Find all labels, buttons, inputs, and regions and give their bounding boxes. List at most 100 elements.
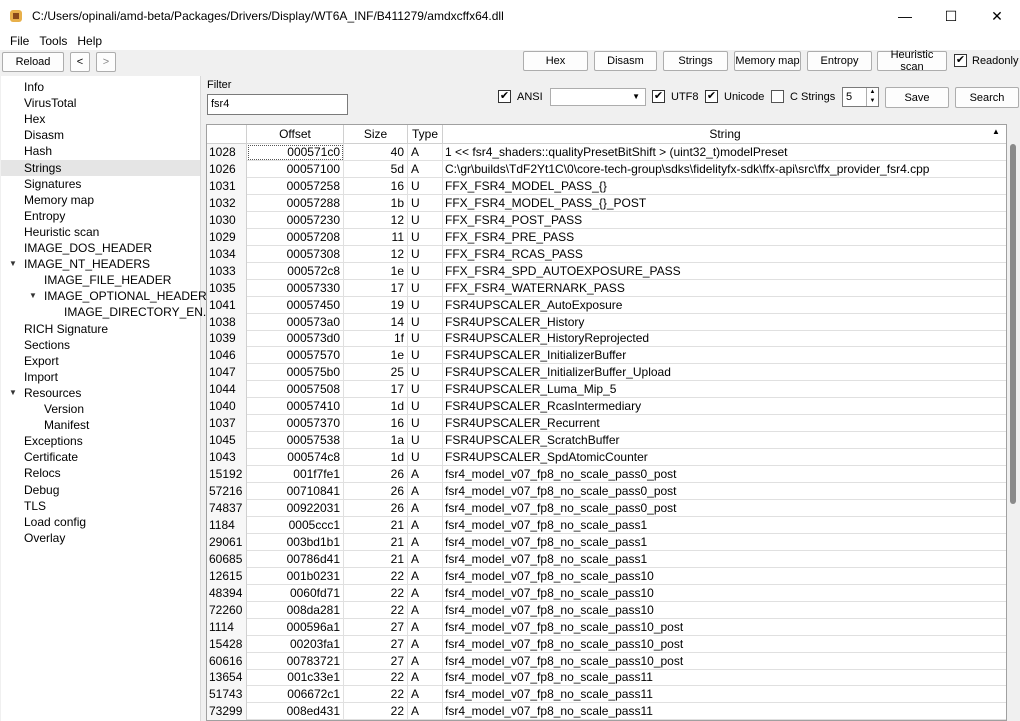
header-type[interactable]: Type <box>408 125 443 144</box>
table-row[interactable]: 15428 00203fa1 27 Afsr4_model_v07_fp8_no_sc… <box>207 635 1006 653</box>
minimize-button[interactable]: — <box>882 0 928 32</box>
sidebar-item[interactable]: Disasm <box>24 127 68 143</box>
sidebar-item[interactable]: Debug <box>24 482 63 498</box>
sidebar-item[interactable]: Entropy <box>24 208 69 224</box>
table-row[interactable]: 1045 00057538 1a U FSR4UPSCALER_ScratchBuffe… <box>207 432 1006 450</box>
table-row[interactable]: 29061 003bd1b1 21 Afsr4_model_v07_fp8_no_sc… <box>207 533 1006 551</box>
utf8-checkbox[interactable]: ✔ <box>652 90 665 103</box>
table-row[interactable]: 1037 00057370 16 U FSR4UPSCALER_Recurrent <box>207 415 1006 433</box>
search-button[interactable]: Search <box>955 87 1019 108</box>
table-row[interactable]: 57216 00710841 26 Afsr4_model_v07_fp8_no_sc… <box>207 483 1006 500</box>
expand-arrow-icon[interactable]: ▼ <box>29 291 37 300</box>
table-row[interactable]: 1038 000573a0 14 U FSR4UPSCALER_History <box>207 313 1006 331</box>
reload-button[interactable]: Reload <box>2 52 64 72</box>
table-row[interactable]: 15192 001f7fe1 26 Afsr4_model_v07_fp8_no_sc… <box>207 466 1006 484</box>
table-row[interactable]: 74837 00922031 26 Afsr4_model_v07_fp8_no_sc… <box>207 499 1006 517</box>
strings-button[interactable]: Strings <box>663 51 728 71</box>
encoding-dropdown[interactable]: ▼ <box>550 88 646 106</box>
forward-button[interactable]: > <box>96 52 116 72</box>
maximize-button[interactable]: ☐ <box>928 0 974 32</box>
cell-rownum: 60616 <box>207 652 247 670</box>
expand-arrow-icon[interactable]: ▼ <box>9 388 17 397</box>
table-row[interactable]: 1026 00057100 5d A C:\gr\builds\TdF2Yt1C\0\c… <box>207 160 1006 178</box>
table-row[interactable]: 1043 000574c8 1d U FSR4UPSCALER_SpdAtomicCou… <box>207 449 1006 467</box>
sidebar-item[interactable]: IMAGE_DIRECTORY_EN... <box>64 304 217 320</box>
sidebar-item[interactable]: Relocs <box>24 465 65 481</box>
sidebar-item[interactable]: VirusTotal <box>24 95 80 111</box>
table-row[interactable]: 1033 000572c8 1e U FFX_FSR4_SPD_AUTOEXPOSURE… <box>207 262 1006 280</box>
sidebar-item[interactable]: Export <box>24 353 63 369</box>
sidebar-item[interactable]: Certificate <box>24 449 82 465</box>
menu-tools[interactable]: Tools <box>34 34 72 48</box>
sidebar-item[interactable]: Signatures <box>24 176 85 192</box>
sidebar-item[interactable]: Memory map <box>24 192 98 208</box>
expand-arrow-icon[interactable]: ▼ <box>9 259 17 268</box>
disasm-button[interactable]: Disasm <box>594 51 657 71</box>
table-row[interactable]: 73299 008ed431 22 Afsr4_model_v07_fp8_no_sc… <box>207 703 1006 720</box>
table-row[interactable]: 48394 0060fd71 22 Afsr4_model_v07_fp8_no_sc… <box>207 584 1006 602</box>
table-row[interactable]: 60616 00783721 27 Afsr4_model_v07_fp8_no_sc… <box>207 652 1006 670</box>
table-row[interactable]: 1035 00057330 17 U FFX_FSR4_WATERNARK_PASS <box>207 279 1006 297</box>
sidebar-item[interactable]: Exceptions <box>24 433 87 449</box>
table-row[interactable]: 1044 00057508 17 U FSR4UPSCALER_Luma_Mip_5 <box>207 381 1006 399</box>
vertical-scrollbar[interactable] <box>1007 124 1020 721</box>
spin-arrows-icon[interactable]: ▲ ▼ <box>866 88 878 106</box>
memory-map-button[interactable]: Memory map <box>734 51 801 71</box>
table-row[interactable]: 1039 000573d0 1f U FSR4UPSCALER_HistoryRepro… <box>207 330 1006 348</box>
table-row[interactable]: 51743 006672c1 22 Afsr4_model_v07_fp8_no_sc… <box>207 686 1006 704</box>
table-row[interactable]: 1029 00057208 11 U FFX_FSR4_PRE_PASS <box>207 228 1006 246</box>
table-row[interactable]: 1046 00057570 1e U FSR4UPSCALER_InitializerB… <box>207 347 1006 365</box>
table-row[interactable]: 12615 001b0231 22 Afsr4_model_v07_fp8_no_sc… <box>207 567 1006 585</box>
sidebar-item[interactable]: Manifest <box>44 417 93 433</box>
sidebar-item[interactable]: Import <box>24 369 62 385</box>
cstrings-checkbox[interactable] <box>771 90 784 103</box>
table-row[interactable]: 1184 0005ccc1 21 Afsr4_model_v07_fp8_no_sca… <box>207 516 1006 534</box>
sidebar-item[interactable]: IMAGE_FILE_HEADER <box>44 272 175 288</box>
readonly-checkbox[interactable]: ✔ <box>954 54 967 67</box>
table-row[interactable]: 1041 00057450 19 U FSR4UPSCALER_AutoExposure <box>207 296 1006 314</box>
table-row[interactable]: 72260 008da281 22 Afsr4_model_v07_fp8_no_sc… <box>207 601 1006 619</box>
unicode-checkbox[interactable]: ✔ <box>705 90 718 103</box>
min-length-spinbox[interactable]: 5 ▲ ▼ <box>842 87 879 107</box>
table-row[interactable]: 1047 000575b0 25 U FSR4UPSCALER_InitializerB… <box>207 364 1006 382</box>
table-row[interactable]: 1028 000571c0 40 A 1 << fsr4_shaders::qualit… <box>207 144 1006 161</box>
menu-help[interactable]: Help <box>72 34 107 48</box>
table-row[interactable]: 1034 00057308 12 U FFX_FSR4_RCAS_PASS <box>207 245 1006 263</box>
sidebar-item[interactable]: Strings <box>1 159 200 176</box>
entropy-button[interactable]: Entropy <box>807 51 872 71</box>
table-row[interactable]: 13654 001c33e1 22 Afsr4_model_v07_fp8_no_sc… <box>207 669 1006 687</box>
sidebar-item[interactable]: Hash <box>24 143 56 159</box>
header-offset[interactable]: Offset <box>247 125 344 144</box>
table-row[interactable]: 1114 000596a1 27 Afsr4_model_v07_fp8_no_sca… <box>207 618 1006 636</box>
close-button[interactable]: ✕ <box>974 0 1020 32</box>
sidebar-item[interactable]: Sections <box>24 337 74 353</box>
menu-file[interactable]: File <box>5 34 34 48</box>
filter-input[interactable]: fsr4 <box>207 94 348 115</box>
sidebar-item[interactable]: RICH Signature <box>24 321 112 337</box>
sidebar-item[interactable]: Overlay <box>24 530 69 546</box>
sidebar-item[interactable]: Info <box>24 79 48 95</box>
cell-offset: 000596a1 <box>247 618 344 636</box>
back-button[interactable]: < <box>70 52 90 72</box>
sidebar-item[interactable]: IMAGE_DOS_HEADER <box>24 240 156 256</box>
sidebar-item[interactable]: IMAGE_OPTIONAL_HEADER <box>44 288 211 304</box>
hex-button[interactable]: Hex <box>523 51 588 71</box>
sidebar-item[interactable]: Version <box>44 401 88 417</box>
save-button[interactable]: Save <box>885 87 949 108</box>
header-size[interactable]: Size <box>344 125 408 144</box>
header-string[interactable]: String <box>443 125 1006 144</box>
heuristic-scan-button[interactable]: Heuristic scan <box>877 49 947 73</box>
sidebar-item[interactable]: Hex <box>24 111 49 127</box>
sidebar-item[interactable]: Resources <box>24 385 85 401</box>
table-row[interactable]: 1032 00057288 1b U FFX_FSR4_MODEL_PASS_{}_PO… <box>207 194 1006 212</box>
sidebar-item[interactable]: Heuristic scan <box>24 224 103 240</box>
table-row[interactable]: 60685 00786d41 21 Afsr4_model_v07_fp8_no_sc… <box>207 550 1006 568</box>
table-row[interactable]: 1030 00057230 12 U FFX_FSR4_POST_PASS <box>207 211 1006 229</box>
sidebar-item[interactable]: IMAGE_NT_HEADERS <box>24 256 154 272</box>
scrollbar-thumb[interactable] <box>1010 144 1016 504</box>
sidebar-item[interactable]: Load config <box>24 514 90 530</box>
sidebar-item[interactable]: TLS <box>24 498 50 514</box>
table-row[interactable]: 1031 00057258 16 U FFX_FSR4_MODEL_PASS_{} <box>207 177 1006 195</box>
ansi-checkbox[interactable]: ✔ <box>498 90 511 103</box>
table-row[interactable]: 1040 00057410 1d U FSR4UPSCALER_RcasIntermed… <box>207 398 1006 416</box>
